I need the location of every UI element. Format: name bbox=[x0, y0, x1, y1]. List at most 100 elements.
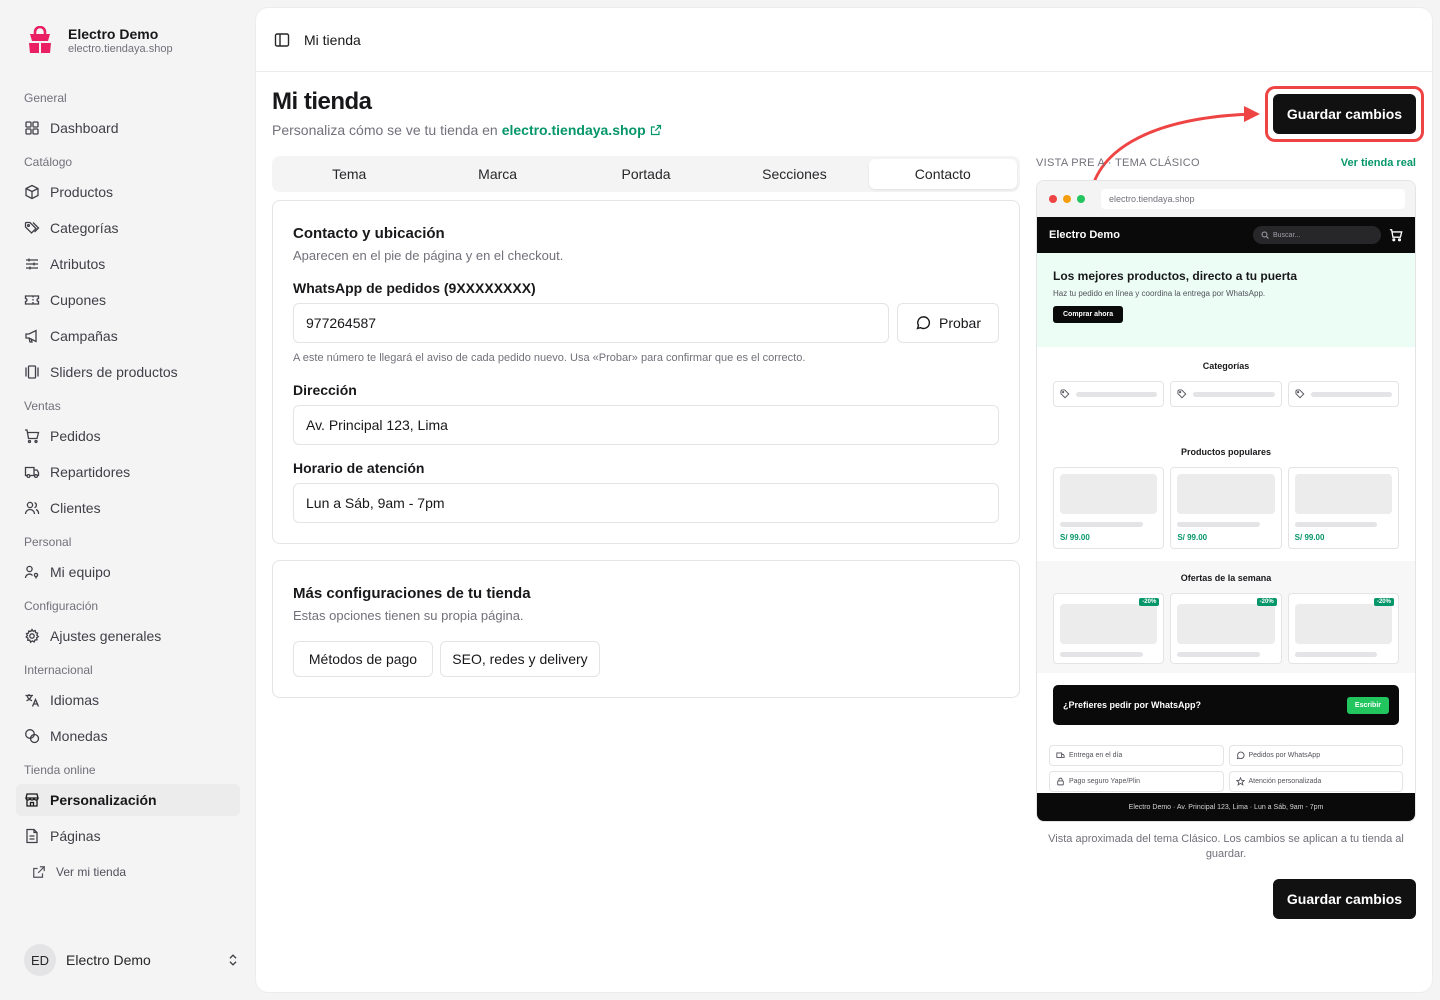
sidebar-item-sliders[interactable]: Sliders de productos bbox=[16, 356, 240, 388]
tab-secciones[interactable]: Secciones bbox=[720, 159, 868, 189]
sidebar-item-cupones[interactable]: Cupones bbox=[16, 284, 240, 316]
view-store-label: Ver mi tienda bbox=[56, 865, 127, 879]
sidebar-item-atributos[interactable]: Atributos bbox=[16, 248, 240, 280]
sidebar-item-campanas[interactable]: Campañas bbox=[16, 320, 240, 352]
chevrons-up-down-icon bbox=[229, 954, 237, 966]
sidebar-item-personalizacion[interactable]: Personalización bbox=[16, 784, 240, 816]
preview-offer: -20% bbox=[1053, 593, 1165, 664]
sidebar-item-paginas[interactable]: Páginas bbox=[16, 820, 240, 852]
preview-navbar: Electro Demo Buscar... bbox=[1037, 217, 1415, 253]
preview-category bbox=[1053, 381, 1165, 407]
sidebar-toggle-icon[interactable] bbox=[274, 32, 290, 48]
preview-store-name: Electro Demo bbox=[1049, 229, 1120, 241]
preview-product: S/ 99.00 bbox=[1053, 467, 1165, 549]
tab-marca[interactable]: Marca bbox=[423, 159, 571, 189]
sidebar-item-ajustes-generales[interactable]: Ajustes generales bbox=[16, 620, 240, 652]
sidebar-item-pedidos[interactable]: Pedidos bbox=[16, 420, 240, 452]
brand-name: Electro Demo bbox=[68, 25, 159, 42]
preview-url: electro.tiendaya.shop bbox=[1101, 189, 1405, 209]
preview-price: S/ 99.00 bbox=[1177, 533, 1208, 542]
preview-whatsapp-text: ¿Prefieres pedir por WhatsApp? bbox=[1063, 700, 1202, 710]
nav-group-ventas: Ventas bbox=[24, 399, 61, 413]
preview-whatsapp-button: Escribir bbox=[1346, 696, 1389, 714]
discount-badge: -20% bbox=[1139, 598, 1160, 606]
close-dot-icon bbox=[1049, 195, 1057, 203]
store-url-link[interactable]: electro.tiendaya.shop bbox=[502, 122, 662, 138]
message-circle-icon bbox=[1236, 751, 1245, 760]
user-key-icon bbox=[24, 565, 39, 579]
preview-feature: Pedidos por WhatsApp bbox=[1228, 745, 1403, 766]
preview-categories: Categorías bbox=[1037, 347, 1415, 445]
sidebar-item-mi-equipo[interactable]: Mi equipo bbox=[16, 556, 240, 588]
discount-badge: -20% bbox=[1256, 598, 1277, 606]
preview-hero-title: Los mejores productos, directo a tu puer… bbox=[1053, 269, 1298, 283]
preview-category bbox=[1170, 381, 1282, 407]
tab-portada[interactable]: Portada bbox=[572, 159, 720, 189]
preview-product: S/ 99.00 bbox=[1287, 467, 1399, 549]
seo-delivery-button[interactable]: SEO, redes y delivery bbox=[440, 641, 600, 677]
preview-hero-button: Comprar ahora bbox=[1053, 306, 1124, 323]
sidebar-item-label: Monedas bbox=[50, 728, 108, 744]
nav-group-catalogo: Catálogo bbox=[24, 155, 73, 169]
browser-chrome: electro.tiendaya.shop bbox=[1037, 181, 1415, 217]
contact-card-desc: Aparecen en el pie de página y en el che… bbox=[293, 248, 564, 263]
sidebar-item-idiomas[interactable]: Idiomas bbox=[16, 684, 240, 716]
truck-icon bbox=[24, 466, 40, 479]
payment-methods-button[interactable]: Métodos de pago bbox=[293, 641, 433, 677]
ticket-icon bbox=[24, 295, 40, 305]
sidebar-item-repartidores[interactable]: Repartidores bbox=[16, 456, 240, 488]
preview-category bbox=[1287, 381, 1399, 407]
box-icon bbox=[25, 184, 39, 200]
preview-offers-title: Ofertas de la semana bbox=[1180, 573, 1272, 583]
preview-search-placeholder: Buscar... bbox=[1273, 231, 1301, 239]
sidebar-item-label: Pedidos bbox=[50, 428, 101, 444]
page-subtitle-text: Personaliza cómo se ve tu tienda en bbox=[272, 122, 498, 138]
coins-icon bbox=[25, 729, 40, 744]
test-whatsapp-button[interactable]: Probar bbox=[897, 303, 999, 343]
preview-hero-sub: Haz tu pedido en línea y coordina la ent… bbox=[1053, 289, 1266, 298]
users-icon bbox=[24, 501, 40, 515]
tag-icon bbox=[1295, 389, 1305, 399]
tab-contacto[interactable]: Contacto bbox=[868, 159, 1018, 189]
settings-tabs: Tema Marca Portada Secciones Contacto bbox=[272, 156, 1020, 192]
sidebar-item-label: Categorías bbox=[50, 220, 119, 236]
preview-popular-title: Productos populares bbox=[1180, 447, 1271, 457]
preview-offer: -20% bbox=[1170, 593, 1282, 664]
file-icon bbox=[26, 828, 38, 844]
contact-card: Contacto y ubicación Aparecen en el pie … bbox=[272, 200, 1020, 544]
brand[interactable]: Electro Demo electro.tiendaya.shop bbox=[16, 0, 240, 80]
page-title: Mi tienda bbox=[272, 88, 372, 115]
sidebar-item-categorias[interactable]: Categorías bbox=[16, 212, 240, 244]
sidebar-item-clientes[interactable]: Clientes bbox=[16, 492, 240, 524]
hours-input[interactable]: Lun a Sáb, 9am - 7pm bbox=[293, 483, 999, 523]
preview-search: Buscar... bbox=[1253, 226, 1381, 244]
whatsapp-input[interactable]: 977264587 bbox=[293, 303, 889, 343]
tags-icon bbox=[24, 221, 40, 234]
sidebar-item-productos[interactable]: Productos bbox=[16, 176, 240, 208]
sidebar-item-label: Repartidores bbox=[50, 464, 131, 480]
save-button-bottom[interactable]: Guardar cambios bbox=[1273, 879, 1416, 919]
save-button[interactable]: Guardar cambios bbox=[1273, 94, 1416, 134]
preview-feature: Atención personalizada bbox=[1228, 771, 1403, 792]
breadcrumb: Mi tienda bbox=[304, 31, 361, 48]
star-icon bbox=[1235, 777, 1245, 786]
message-circle-icon bbox=[916, 316, 931, 330]
address-input[interactable]: Av. Principal 123, Lima bbox=[293, 405, 999, 445]
whatsapp-hint: A este número te llegará el aviso de cad… bbox=[293, 352, 806, 364]
preview-price: S/ 99.00 bbox=[1294, 533, 1325, 542]
tab-tema[interactable]: Tema bbox=[275, 159, 423, 189]
preview-label: VISTA PRE A · TEMA CLÁSICO bbox=[1036, 157, 1200, 169]
sidebar-item-dashboard[interactable]: Dashboard bbox=[16, 112, 240, 144]
user-menu[interactable]: ED Electro Demo bbox=[16, 940, 240, 980]
sidebar-item-label: Dashboard bbox=[50, 120, 119, 136]
minimize-dot-icon bbox=[1063, 195, 1071, 203]
sidebar-item-monedas[interactable]: Monedas bbox=[16, 720, 240, 752]
page-subtitle: Personaliza cómo se ve tu tienda en elec… bbox=[272, 122, 662, 138]
view-store-link[interactable]: Ver mi tienda bbox=[16, 856, 240, 888]
gear-icon bbox=[25, 628, 40, 644]
view-live-store-link[interactable]: Ver tienda real bbox=[1341, 157, 1416, 169]
avatar: ED bbox=[24, 944, 56, 976]
search-icon bbox=[1261, 231, 1269, 239]
more-settings-desc: Estas opciones tienen su propia página. bbox=[293, 608, 524, 623]
shopping-bag-logo-icon bbox=[24, 24, 56, 56]
